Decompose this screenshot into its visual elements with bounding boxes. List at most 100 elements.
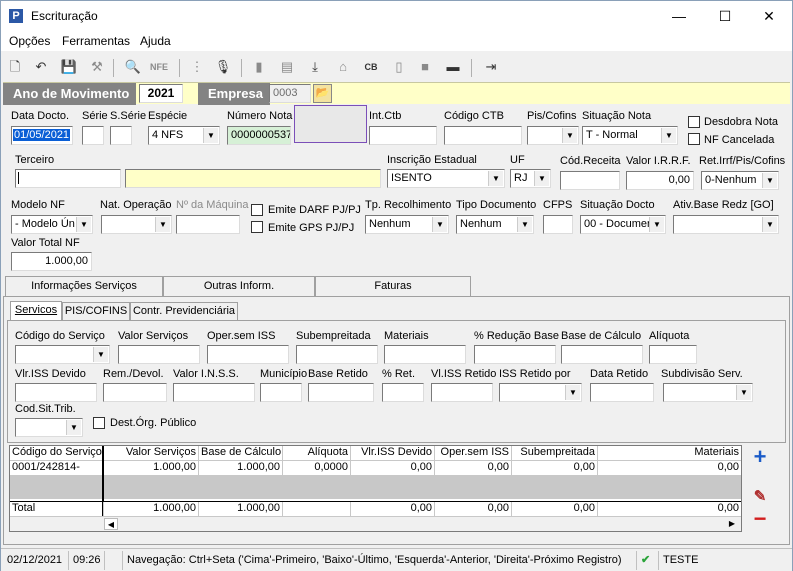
empresa-input[interactable]: 0003 bbox=[269, 84, 311, 103]
cb-icon[interactable]: CB bbox=[361, 57, 381, 77]
data-docto-input[interactable]: 01/05/2021 bbox=[11, 126, 73, 145]
uf-select[interactable]: RJ ▼ bbox=[510, 169, 551, 188]
grid-header-codigo[interactable]: Código do Serviço bbox=[10, 446, 104, 460]
nat-operacao-select[interactable]: ▼ bbox=[101, 215, 172, 234]
mic-icon[interactable]: 🎙 bbox=[213, 57, 233, 77]
tree-icon[interactable]: ⋮ bbox=[187, 57, 207, 77]
data-retido-input[interactable] bbox=[590, 383, 654, 402]
grid-header-vlr-iss[interactable]: Vlr.ISS Devido bbox=[351, 446, 435, 460]
menu-ajuda[interactable]: Ajuda bbox=[140, 34, 171, 48]
irrf-input[interactable]: 0,00 bbox=[626, 171, 694, 190]
tab-faturas[interactable]: Faturas bbox=[315, 276, 471, 296]
table-row[interactable]: 0001/242814- 1.000,00 1.000,00 0,0000 0,… bbox=[10, 460, 741, 475]
subtab-pis-cofins[interactable]: PIS/COFINS bbox=[62, 302, 130, 320]
iss-retido-por-select[interactable]: ▼ bbox=[499, 383, 582, 402]
codigo-ctb-input[interactable] bbox=[444, 126, 522, 145]
base-retido-input[interactable] bbox=[308, 383, 374, 402]
tab-outras-inform[interactable]: Outras Inform. bbox=[163, 276, 315, 296]
close-button[interactable]: ✕ bbox=[746, 1, 792, 31]
grid-header-materiais[interactable]: Materiais bbox=[598, 446, 741, 460]
save-icon[interactable]: 💾 bbox=[59, 57, 79, 77]
municipio-input[interactable] bbox=[260, 383, 302, 402]
modelo-nf-select[interactable]: - Modelo Ún ▼ bbox=[11, 215, 93, 234]
emite-darf-checkbox[interactable] bbox=[251, 204, 263, 216]
base-calculo-input[interactable] bbox=[561, 345, 643, 364]
grid-header-aliquota[interactable]: Alíquota bbox=[283, 446, 351, 460]
desdobra-nota-checkbox[interactable] bbox=[688, 116, 700, 128]
valor-total-nf-input[interactable]: 1.000,00 bbox=[11, 252, 92, 271]
tipo-documento-select[interactable]: Nenhum ▼ bbox=[456, 215, 534, 234]
grid-header-oper-sem-iss[interactable]: Oper.sem ISS bbox=[435, 446, 512, 460]
terceiro-codigo-input[interactable] bbox=[15, 169, 121, 188]
subdivisao-select[interactable]: ▼ bbox=[663, 383, 753, 402]
ano-input[interactable]: 2021 bbox=[139, 84, 183, 103]
vl-iss-retido-input[interactable] bbox=[431, 383, 493, 402]
int-ctb-input[interactable] bbox=[369, 126, 437, 145]
cod-sit-trib-select[interactable]: ▼ bbox=[15, 418, 83, 437]
valor-inss-input[interactable] bbox=[173, 383, 255, 402]
aliquota-input[interactable] bbox=[649, 345, 697, 364]
tab-informacoes-servicos[interactable]: Informações Serviços bbox=[5, 276, 163, 297]
grid-header-base[interactable]: Base de Cálculo bbox=[199, 446, 283, 460]
home-icon[interactable]: ⌂ bbox=[333, 57, 353, 77]
preview-icon[interactable]: 🔍 bbox=[123, 57, 143, 77]
situacao-nota-select[interactable]: T - Normal ▼ bbox=[582, 126, 678, 145]
ie-select[interactable]: ISENTO ▼ bbox=[387, 169, 505, 188]
emite-gps-checkbox[interactable] bbox=[251, 221, 263, 233]
grid-horizontal-scrollbar[interactable]: ◀ ▶ bbox=[10, 516, 741, 531]
doc-icon[interactable]: ▯ bbox=[389, 57, 409, 77]
tools-icon[interactable]: ⚒ bbox=[87, 57, 107, 77]
servicos-grid[interactable]: Código do Serviço Valor Serviços Base de… bbox=[9, 445, 742, 532]
pct-ret-input[interactable] bbox=[382, 383, 424, 402]
barcode-icon[interactable]: ▬ bbox=[443, 57, 463, 77]
status-date: 02/12/2021 bbox=[3, 551, 69, 570]
pis-cofins-select[interactable]: ▼ bbox=[527, 126, 579, 145]
codigo-servico-select[interactable]: ▼ bbox=[15, 345, 110, 364]
subtab-servicos[interactable]: Servicos bbox=[10, 301, 62, 320]
terceiro-nome-input[interactable] bbox=[125, 169, 381, 188]
grid-header-subempreitada[interactable]: Subempreitada bbox=[512, 446, 598, 460]
remove-row-icon[interactable]: − bbox=[750, 508, 770, 530]
menu-ferramentas[interactable]: Ferramentas bbox=[62, 34, 130, 48]
tp-recolhimento-select[interactable]: Nenhum ▼ bbox=[365, 215, 449, 234]
edit-row-icon[interactable]: ✎ bbox=[750, 487, 770, 507]
panel-icon[interactable]: ▮ bbox=[249, 57, 269, 77]
reducao-base-input[interactable] bbox=[474, 345, 556, 364]
book-icon[interactable]: ▤ bbox=[277, 57, 297, 77]
scroll-right-icon[interactable]: ▶ bbox=[725, 518, 739, 530]
ativ-base-select[interactable]: ▼ bbox=[673, 215, 779, 234]
nf-cancelada-checkbox[interactable] bbox=[688, 133, 700, 145]
situacao-docto-select[interactable]: 00 - Documer ▼ bbox=[580, 215, 666, 234]
nota-focus-box[interactable] bbox=[294, 105, 367, 143]
nfe-icon[interactable]: NFE bbox=[149, 57, 169, 77]
new-icon[interactable]: 🗋 bbox=[5, 57, 25, 77]
page-icon[interactable]: ■ bbox=[415, 57, 435, 77]
maximize-button[interactable]: ☐ bbox=[702, 1, 748, 31]
subempreitada-input[interactable] bbox=[296, 345, 378, 364]
sserie-input[interactable] bbox=[110, 126, 132, 145]
cod-receita-input[interactable] bbox=[560, 171, 620, 190]
grid-header-valor[interactable]: Valor Serviços bbox=[104, 446, 199, 460]
minimize-button[interactable]: — bbox=[656, 1, 702, 31]
oper-sem-iss-input[interactable] bbox=[207, 345, 289, 364]
materiais-input[interactable] bbox=[384, 345, 466, 364]
scroll-left-icon[interactable]: ◀ bbox=[104, 518, 118, 530]
codigo-ctb-label: Código CTB bbox=[444, 110, 504, 122]
valor-servicos-input[interactable] bbox=[118, 345, 200, 364]
vlr-iss-devido-input[interactable] bbox=[15, 383, 97, 402]
folder-open-icon[interactable]: 📂 bbox=[313, 84, 332, 103]
subtab-contr-previdenciaria[interactable]: Contr. Previdenciária bbox=[130, 302, 238, 320]
rem-devol-input[interactable] bbox=[103, 383, 167, 402]
especie-select[interactable]: 4 NFS ▼ bbox=[148, 126, 220, 145]
add-row-icon[interactable]: + bbox=[750, 446, 770, 468]
numero-nota-input[interactable]: 0000000537 bbox=[227, 126, 291, 145]
maquina-input[interactable] bbox=[176, 215, 240, 234]
dest-orgao-publico-checkbox[interactable] bbox=[93, 417, 105, 429]
cfps-input[interactable] bbox=[543, 215, 573, 234]
exit-icon[interactable]: ⇥ bbox=[481, 57, 501, 77]
ret-irrf-select[interactable]: 0-Nenhum ▼ bbox=[701, 171, 779, 190]
serie-input[interactable] bbox=[82, 126, 104, 145]
undo-icon[interactable]: ↶ bbox=[31, 57, 51, 77]
menu-opcoes[interactable]: Opções bbox=[9, 34, 50, 48]
import-icon[interactable]: ⤓ bbox=[305, 57, 325, 77]
